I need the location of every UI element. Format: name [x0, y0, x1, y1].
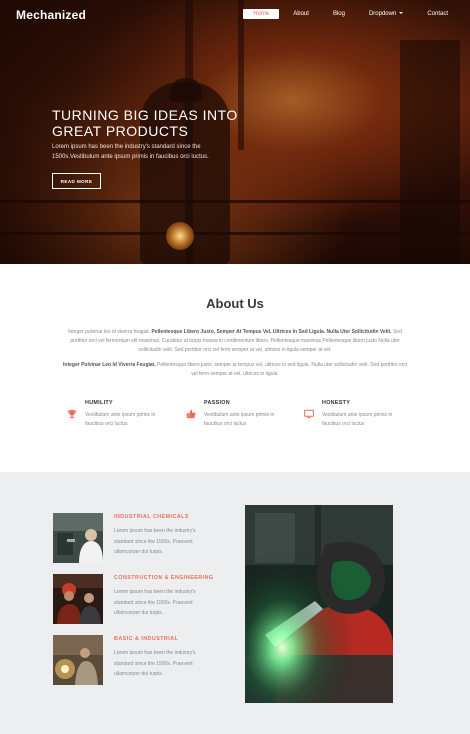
- nav-dropdown-label: Dropdown: [368, 11, 397, 17]
- navbar: Mechanized Home About Blog Dropdown Cont…: [0, 0, 470, 30]
- feature-text: Vestibulum ante ipsum primis in faucibus…: [204, 412, 275, 427]
- hero-rail: [0, 200, 470, 203]
- hero-title-line2: GREAT PRODUCTS: [52, 123, 189, 139]
- read-more-button[interactable]: READ MORE: [52, 173, 101, 189]
- thumbs-up-icon: [186, 409, 196, 419]
- services-section: INDUSTRIAL CHEMICALS Lorem ipsum has bee…: [0, 472, 470, 734]
- service-image-grinder[interactable]: [53, 635, 103, 685]
- feature-text: Vestibulum ante ipsum primis in faucibus…: [322, 412, 393, 427]
- welder-image: [245, 505, 393, 703]
- service-image-lab[interactable]: [53, 513, 103, 563]
- service-construction-engineering: CONSTRUCTION & ENGINEERING Lorem ipsum h…: [53, 574, 233, 626]
- about-p2-bold: Integer Pulvinar Leo Id Viverra Feugiat.: [63, 362, 156, 368]
- main-nav: Home About Blog Dropdown Contact: [239, 9, 458, 19]
- feature-text: Vestibulum ante ipsum primis in faucibus…: [85, 412, 156, 427]
- nav-home[interactable]: Home: [243, 9, 280, 19]
- about-p1-bold: Pellentesque Libero Justo, Semper At Tem…: [151, 329, 392, 335]
- service-text: Lorem ipsum has been the industry's stan…: [114, 650, 196, 677]
- service-text: Lorem ipsum has been the industry's stan…: [114, 528, 196, 555]
- monitor-icon: [304, 409, 314, 418]
- hero-title-line1: TURNING BIG IDEAS INTO: [52, 107, 238, 123]
- service-text: Lorem ipsum has been the industry's stan…: [114, 589, 196, 616]
- feature-title: HONESTY: [322, 400, 351, 406]
- service-industrial-chemicals: INDUSTRIAL CHEMICALS Lorem ipsum has bee…: [53, 513, 233, 565]
- service-title[interactable]: BASIC & INDUSTRIAL: [114, 636, 178, 642]
- feature-title: HUMILITY: [85, 400, 113, 406]
- service-basic-industrial: BASIC & INDUSTRIAL Lorem ipsum has been …: [53, 635, 233, 687]
- hero-machine: [400, 40, 460, 264]
- nav-about[interactable]: About: [283, 9, 319, 19]
- about-paragraph-2: Integer Pulvinar Leo Id Viverra Feugiat.…: [60, 361, 410, 379]
- hero-section: Mechanized Home About Blog Dropdown Cont…: [0, 0, 470, 264]
- about-section: About Us Integer pulvinar leo id viverra…: [0, 264, 470, 472]
- hero-text: Lorem ipsum has been the industry's stan…: [52, 144, 209, 160]
- brand-logo[interactable]: Mechanized: [16, 8, 86, 22]
- service-title[interactable]: INDUSTRIAL CHEMICALS: [114, 514, 189, 520]
- nav-dropdown[interactable]: Dropdown: [359, 9, 413, 19]
- about-p2-text: Pellentesque libero justo, semper at tem…: [155, 362, 407, 377]
- nav-blog[interactable]: Blog: [323, 9, 355, 19]
- about-p1-text-a: Integer pulvinar leo id viverra feugiat.: [68, 329, 152, 335]
- trophy-icon: [67, 410, 77, 419]
- hero-rail: [0, 232, 470, 235]
- hero-spark-glow: [166, 222, 194, 250]
- nav-contact[interactable]: Contact: [417, 9, 458, 19]
- service-image-workers[interactable]: [53, 574, 103, 624]
- chevron-down-icon: [399, 12, 404, 15]
- about-paragraph-1: Integer pulvinar leo id viverra feugiat.…: [60, 328, 410, 355]
- feature-title: PASSION: [204, 400, 230, 406]
- hero-title: TURNING BIG IDEAS INTO GREAT PRODUCTS: [52, 107, 272, 139]
- about-title: About Us: [206, 296, 264, 311]
- service-title[interactable]: CONSTRUCTION & ENGINEERING: [114, 575, 214, 581]
